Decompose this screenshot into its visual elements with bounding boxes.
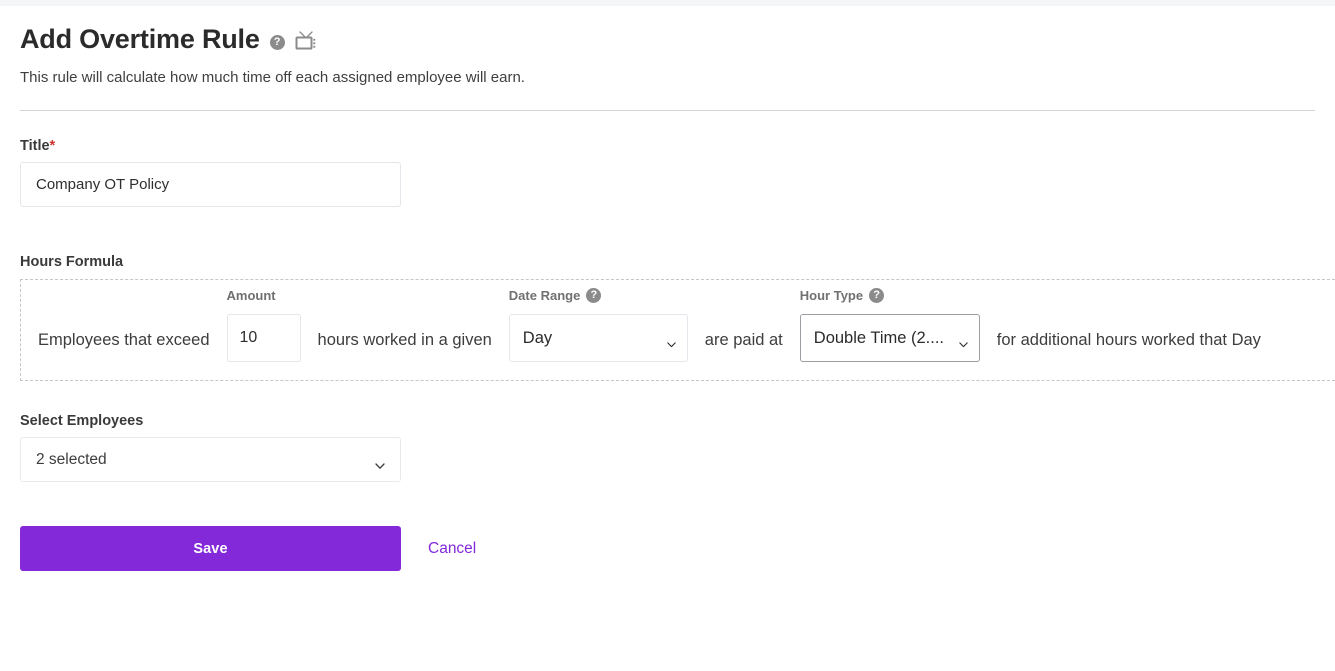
employees-label: Select Employees (20, 413, 144, 429)
amount-label-text: Amount (226, 288, 276, 303)
page-title: Add Overtime Rule (20, 24, 260, 54)
title-label-text: Title (20, 138, 50, 154)
employees-select-wrap: 2 selected (20, 437, 401, 482)
employees-selected-text: 2 selected (36, 450, 107, 468)
hours-formula-heading: Hours Formula (20, 254, 124, 270)
hours-formula-group: Hours Formula (0, 254, 1335, 270)
date-range-select[interactable]: Day (508, 314, 688, 362)
date-range-field: Date Range Day (508, 288, 688, 362)
formula-paid-text: are paid at (704, 331, 783, 349)
header-divider (20, 110, 1315, 111)
formula-mid-text: hours worked in a given (317, 331, 492, 349)
hours-formula-box: Employees that exceed Amount hours worke… (20, 279, 1335, 381)
date-range-label: Date Range (509, 288, 602, 303)
help-circle-icon[interactable] (269, 34, 285, 50)
amount-label: Amount (227, 288, 276, 303)
tv-video-icon[interactable] (295, 31, 317, 51)
date-range-label-text: Date Range (508, 288, 581, 303)
hour-type-label: Hour Type (799, 288, 885, 303)
amount-input[interactable] (226, 314, 301, 362)
page-header: Add Overtime Rule This rule will calcula… (0, 6, 1335, 88)
employees-multiselect[interactable]: 2 selected (20, 437, 401, 482)
hour-type-select[interactable]: Double Time (2.... (799, 314, 980, 362)
formula-lead-text: Employees that exceed (38, 331, 210, 349)
help-circle-icon[interactable] (869, 288, 885, 303)
title-row: Add Overtime Rule (20, 22, 1315, 56)
title-input[interactable] (20, 162, 401, 207)
date-range-select-wrap: Day (508, 314, 688, 362)
required-asterisk: * (49, 138, 56, 154)
form-actions: Save Cancel (0, 526, 1335, 571)
save-button[interactable]: Save (20, 526, 401, 571)
page-container: Add Overtime Rule This rule will calcula… (0, 6, 1335, 571)
formula-trail-text: for additional hours worked that Day (996, 331, 1261, 349)
cancel-button[interactable]: Cancel (422, 532, 482, 566)
page-subtitle: This rule will calculate how much time o… (20, 69, 525, 86)
title-field-group: Title* (0, 138, 1335, 207)
amount-field: Amount (226, 288, 301, 362)
hours-formula-row: Employees that exceed Amount hours worke… (21, 280, 1335, 380)
help-circle-icon[interactable] (586, 288, 602, 303)
hours-formula-box-outer: Employees that exceed Amount hours worke… (0, 279, 1335, 381)
hour-type-field: Hour Type Double Time (2.... (799, 288, 980, 362)
hour-type-label-text: Hour Type (799, 288, 864, 303)
employees-group: Select Employees 2 selected (0, 413, 1335, 482)
title-field-label: Title* (20, 138, 1315, 154)
hour-type-select-wrap: Double Time (2.... (799, 314, 980, 362)
